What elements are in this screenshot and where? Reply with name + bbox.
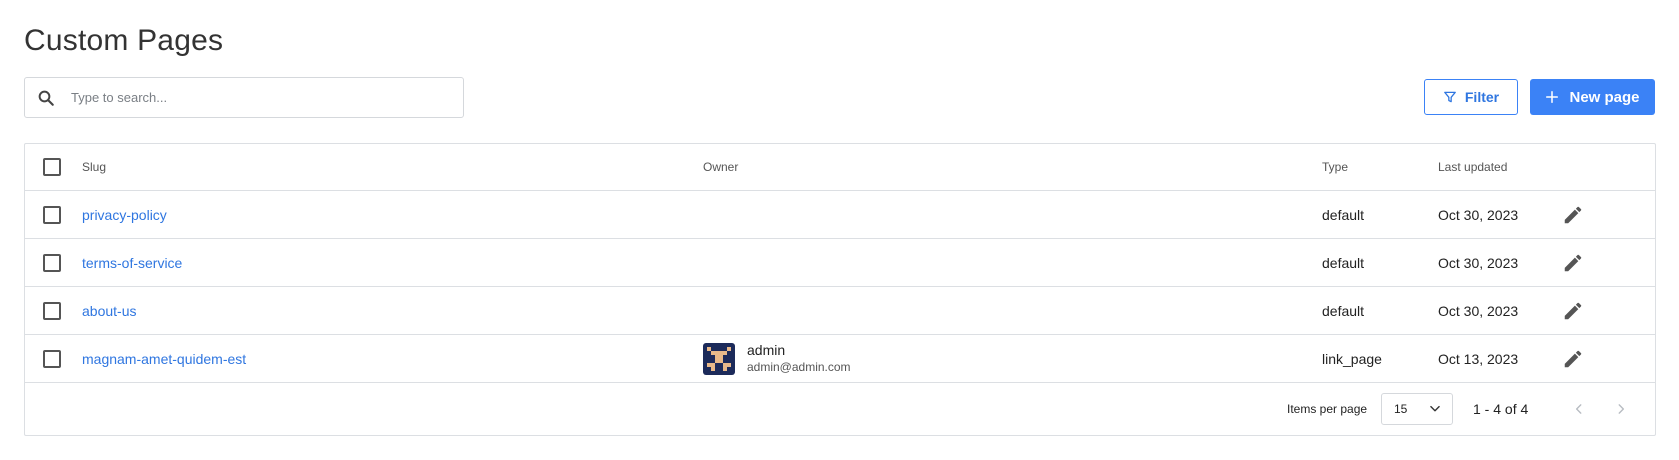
table-row: magnam-amet-quidem-est admin admin@admin… <box>25 335 1655 383</box>
filter-button-label: Filter <box>1464 89 1500 105</box>
row-checkbox[interactable] <box>43 349 61 368</box>
items-per-page-value: 15 <box>1394 402 1408 416</box>
updated-cell: Oct 13, 2023 <box>1438 350 1519 367</box>
plus-icon <box>1546 90 1559 104</box>
new-page-button-label: New page <box>1569 88 1640 106</box>
row-checkbox[interactable] <box>43 301 61 320</box>
chevron-right-icon <box>1618 404 1625 414</box>
type-cell: default <box>1322 254 1365 271</box>
table-footer: Items per page 15 1 - 4 of 4 <box>25 383 1655 435</box>
updated-cell: Oct 30, 2023 <box>1438 206 1519 223</box>
pencil-icon[interactable] <box>1562 204 1584 226</box>
table-header: Slug Owner Type Last updated <box>25 144 1655 191</box>
chevron-down-icon <box>1430 405 1440 412</box>
filter-button[interactable]: Filter <box>1424 79 1518 115</box>
next-page-button[interactable] <box>1611 399 1631 419</box>
pencil-icon[interactable] <box>1562 348 1584 370</box>
owner-email: admin@admin.com <box>747 360 851 374</box>
page-title: Custom Pages <box>24 24 224 57</box>
search-box[interactable] <box>24 77 464 118</box>
type-cell: default <box>1322 302 1365 319</box>
search-input[interactable] <box>71 90 431 105</box>
column-header-slug[interactable]: Slug <box>82 144 106 190</box>
items-per-page-label: Items per page <box>1287 402 1368 416</box>
search-icon <box>38 90 54 106</box>
slug-link[interactable]: about-us <box>82 303 136 319</box>
table-row: privacy-policy default Oct 30, 2023 <box>25 191 1655 239</box>
type-cell: link_page <box>1322 350 1382 367</box>
filter-icon <box>1443 91 1456 103</box>
slug-link[interactable]: privacy-policy <box>82 207 167 223</box>
updated-cell: Oct 30, 2023 <box>1438 302 1519 319</box>
pagination-range: 1 - 4 of 4 <box>1473 401 1529 417</box>
select-all-checkbox[interactable] <box>43 158 61 176</box>
updated-cell: Oct 30, 2023 <box>1438 254 1519 271</box>
column-header-type[interactable]: Type <box>1322 144 1348 190</box>
type-cell: default <box>1322 206 1365 223</box>
row-checkbox[interactable] <box>43 205 61 224</box>
avatar <box>703 342 735 375</box>
previous-page-button[interactable] <box>1569 399 1589 419</box>
column-header-last-updated[interactable]: Last updated <box>1438 144 1507 190</box>
owner-info: admin admin@admin.com <box>703 342 851 375</box>
table-row: about-us default Oct 30, 2023 <box>25 287 1655 335</box>
chevron-left-icon <box>1575 404 1582 414</box>
slug-link[interactable]: magnam-amet-quidem-est <box>82 351 246 367</box>
pencil-icon[interactable] <box>1562 252 1584 274</box>
slug-link[interactable]: terms-of-service <box>82 255 182 271</box>
pencil-icon[interactable] <box>1562 300 1584 322</box>
table-row: terms-of-service default Oct 30, 2023 <box>25 239 1655 287</box>
new-page-button[interactable]: New page <box>1530 79 1655 115</box>
items-per-page-select[interactable]: 15 <box>1381 393 1453 425</box>
row-checkbox[interactable] <box>43 253 61 272</box>
pages-table: Slug Owner Type Last updated privacy-pol… <box>24 143 1656 436</box>
owner-name: admin <box>747 342 786 358</box>
column-header-owner[interactable]: Owner <box>703 144 738 190</box>
